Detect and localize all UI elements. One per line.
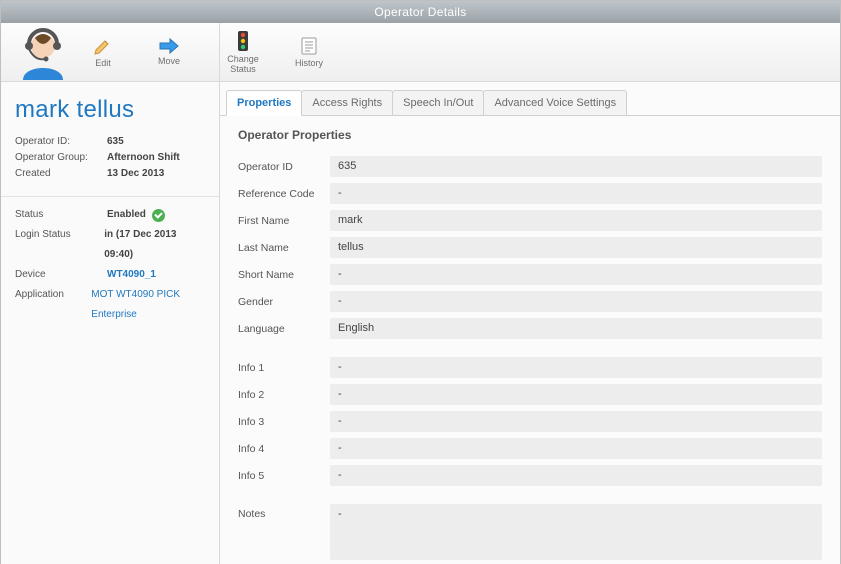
tabbar: Properties Access Rights Speech In/Out A… xyxy=(226,90,840,116)
window-title: Operator Details xyxy=(374,5,466,19)
sidebar: Edit Move mark tellus Operator ID: 635 O… xyxy=(1,23,220,564)
content-area: Edit Move mark tellus Operator ID: 635 O… xyxy=(1,23,840,564)
prop-value: - xyxy=(330,357,822,378)
tab-speech-in-out[interactable]: Speech In/Out xyxy=(392,90,484,116)
arrow-right-icon xyxy=(158,38,180,54)
move-button[interactable]: Move xyxy=(152,38,186,67)
document-icon xyxy=(300,36,318,56)
prop-value: 635 xyxy=(330,156,822,177)
prop-row: Info 3- xyxy=(238,411,822,432)
prop-label: Info 1 xyxy=(238,362,330,374)
window: Operator Details Edit Move xyxy=(0,0,841,564)
label-notes: Notes xyxy=(238,504,330,520)
prop-value: mark xyxy=(330,210,822,231)
enabled-check-icon xyxy=(152,209,165,222)
prop-value: - xyxy=(330,291,822,312)
prop-row: Info 2- xyxy=(238,384,822,405)
label-operator-group: Operator Group: xyxy=(15,150,107,166)
prop-value: - xyxy=(330,264,822,285)
link-application[interactable]: MOT WT4090 PICK Enterprise xyxy=(91,285,205,325)
edit-button[interactable]: Edit xyxy=(86,36,120,69)
prop-label: Info 4 xyxy=(238,443,330,455)
prop-row: Short Name- xyxy=(238,264,822,285)
label-created: Created xyxy=(15,166,107,182)
prop-label: Gender xyxy=(238,296,330,308)
prop-row: Operator ID635 xyxy=(238,156,822,177)
panel-title: Operator Properties xyxy=(238,128,822,142)
prop-label: Operator ID xyxy=(238,161,330,173)
prop-value: - xyxy=(330,465,822,486)
prop-label: Info 2 xyxy=(238,389,330,401)
prop-label: Last Name xyxy=(238,242,330,254)
toolbar-right: Change Status History xyxy=(220,23,840,82)
pencil-icon xyxy=(93,36,113,56)
tab-access-rights[interactable]: Access Rights xyxy=(301,90,393,116)
prop-value: - xyxy=(330,411,822,432)
tab-properties[interactable]: Properties xyxy=(226,90,302,116)
prop-label: Info 5 xyxy=(238,470,330,482)
label-device: Device xyxy=(15,265,107,285)
prop-value: - xyxy=(330,438,822,459)
prop-row: LanguageEnglish xyxy=(238,318,822,339)
properties-panel: Operator Properties Operator ID635Refere… xyxy=(220,116,840,564)
value-login-status: in (17 Dec 2013 09:40) xyxy=(104,225,205,265)
prop-label: First Name xyxy=(238,215,330,227)
value-created: 13 Dec 2013 xyxy=(107,166,164,182)
prop-label: Reference Code xyxy=(238,188,330,200)
prop-row: Gender- xyxy=(238,291,822,312)
prop-label: Info 3 xyxy=(238,416,330,428)
traffic-light-icon xyxy=(236,30,250,52)
value-operator-id: 635 xyxy=(107,134,124,150)
prop-row: Last Nametellus xyxy=(238,237,822,258)
operator-status-block: Status Enabled Login Status in (17 Dec 2… xyxy=(1,205,219,335)
prop-label: Language xyxy=(238,323,330,335)
label-status: Status xyxy=(15,205,107,225)
tab-advanced-voice[interactable]: Advanced Voice Settings xyxy=(483,90,627,116)
prop-row: Info 5- xyxy=(238,465,822,486)
change-status-button[interactable]: Change Status xyxy=(226,30,260,75)
prop-value: - xyxy=(330,384,822,405)
titlebar: Operator Details xyxy=(1,1,840,23)
prop-row: Reference Code- xyxy=(238,183,822,204)
value-notes: - xyxy=(330,504,822,560)
history-button[interactable]: History xyxy=(292,36,326,69)
main: Change Status History xyxy=(220,23,840,564)
operator-meta: Operator ID: 635 Operator Group: Afterno… xyxy=(1,134,219,192)
value-status: Enabled xyxy=(107,205,165,225)
sidebar-divider xyxy=(1,196,219,197)
prop-value: - xyxy=(330,183,822,204)
prop-label: Short Name xyxy=(238,269,330,281)
link-device[interactable]: WT4090_1 xyxy=(107,265,156,285)
prop-row: First Namemark xyxy=(238,210,822,231)
prop-row: Info 4- xyxy=(238,438,822,459)
label-login-status: Login Status xyxy=(15,225,104,265)
value-operator-group: Afternoon Shift xyxy=(107,150,180,166)
label-application: Application xyxy=(15,285,91,325)
prop-row-notes: Notes - xyxy=(238,504,822,560)
operator-avatar-icon xyxy=(15,26,71,82)
prop-value: tellus xyxy=(330,237,822,258)
label-operator-id: Operator ID: xyxy=(15,134,107,150)
prop-row: Info 1- xyxy=(238,357,822,378)
operator-name: mark tellus xyxy=(1,82,219,134)
prop-value: English xyxy=(330,318,822,339)
